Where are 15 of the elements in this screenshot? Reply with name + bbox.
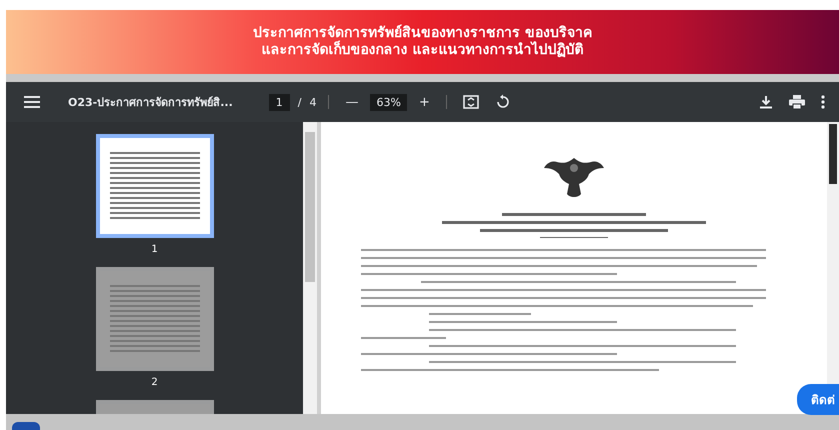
- app-icon[interactable]: [12, 422, 40, 430]
- zoom-field[interactable]: 63%: [370, 94, 407, 110]
- zoom-out-button[interactable]: —: [341, 94, 362, 110]
- banner-title: และการจัดเก็บของกลาง และแนวทางการนำไปปฏิบัติ: [262, 42, 584, 59]
- contact-button[interactable]: ติดต่: [797, 384, 839, 415]
- page-number: 2: [151, 377, 158, 388]
- banner-title: ประกาศการจัดการทรัพย์สินของทางราชการ ของบริจาค: [253, 25, 592, 41]
- page-number-field[interactable]: 1: [268, 94, 290, 110]
- scrollbar[interactable]: [303, 122, 317, 414]
- scrollbar-thumb[interactable]: [829, 124, 837, 184]
- page-number: 1: [151, 244, 158, 255]
- page-count: 4: [309, 96, 316, 108]
- zoom-in-button[interactable]: +: [414, 94, 434, 110]
- file-name: O23-ประกาศการจัดการทรัพย์สิ...: [68, 95, 233, 111]
- page-separator: /: [298, 96, 302, 108]
